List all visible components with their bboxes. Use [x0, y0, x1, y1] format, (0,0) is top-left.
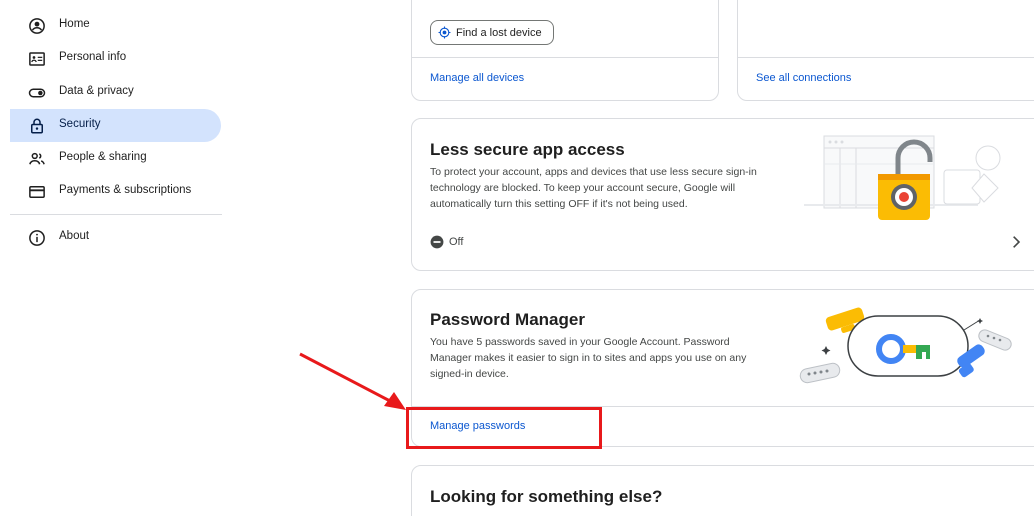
sidebar-item-home[interactable]: Home [10, 9, 221, 42]
sidebar-item-about[interactable]: About [10, 221, 221, 254]
chevron-right-icon[interactable] [1008, 234, 1024, 250]
sidebar-item-label: Data & privacy [59, 85, 134, 97]
people-icon [29, 152, 45, 165]
looking-else-title: Looking for something else? [430, 487, 663, 506]
card-divider [738, 57, 1034, 58]
sidebar-item-label: Home [59, 18, 90, 30]
sidebar-item-people-sharing[interactable]: People & sharing [10, 142, 221, 175]
account-circle-icon [29, 18, 45, 34]
sidebar-item-label: Security [59, 118, 101, 130]
devices-card [411, 0, 719, 101]
sidebar-nav: Home Personal info Data & privacy Securi… [0, 0, 232, 516]
toggle-icon [28, 88, 46, 98]
less-secure-status: Off [449, 236, 464, 248]
off-status-icon [430, 235, 444, 249]
less-secure-description: To protect your account, apps and device… [430, 166, 757, 210]
find-lost-device-button[interactable]: Find a lost device [430, 20, 554, 45]
password-manager-title: Password Manager [430, 310, 585, 329]
sidebar-item-label: About [59, 230, 90, 242]
lock-illustration [804, 135, 1001, 220]
manage-all-devices-link[interactable]: Manage all devices [430, 72, 524, 84]
sidebar-item-label: Personal info [59, 51, 127, 63]
sidebar-item-security[interactable]: Security [10, 109, 221, 142]
sidebar-item-personal-info[interactable]: Personal info [10, 42, 221, 75]
info-icon [29, 230, 45, 246]
see-all-connections-link[interactable]: See all connections [756, 72, 851, 84]
connections-card [737, 0, 1034, 101]
sidebar-item-label: People & sharing [59, 151, 147, 163]
less-secure-title: Less secure app access [430, 140, 625, 159]
card-divider [412, 57, 718, 58]
manage-passwords-link[interactable]: Manage passwords [430, 420, 525, 432]
sidebar-item-data-privacy[interactable]: Data & privacy [10, 76, 221, 109]
password-manager-description: You have 5 passwords saved in your Googl… [430, 336, 747, 380]
locate-icon [438, 26, 451, 39]
lock-icon [31, 118, 43, 134]
credit-card-icon [29, 186, 45, 198]
id-card-icon [29, 52, 45, 66]
find-lost-device-label: Find a lost device [456, 27, 542, 39]
password-keys-illustration [799, 307, 1012, 384]
card-divider [412, 406, 1034, 407]
annotation-arrow-icon [299, 352, 406, 410]
sidebar-item-label: Payments & subscriptions [59, 184, 192, 196]
sidebar-item-payments[interactable]: Payments & subscriptions [10, 175, 221, 208]
sidebar-divider [10, 214, 222, 215]
